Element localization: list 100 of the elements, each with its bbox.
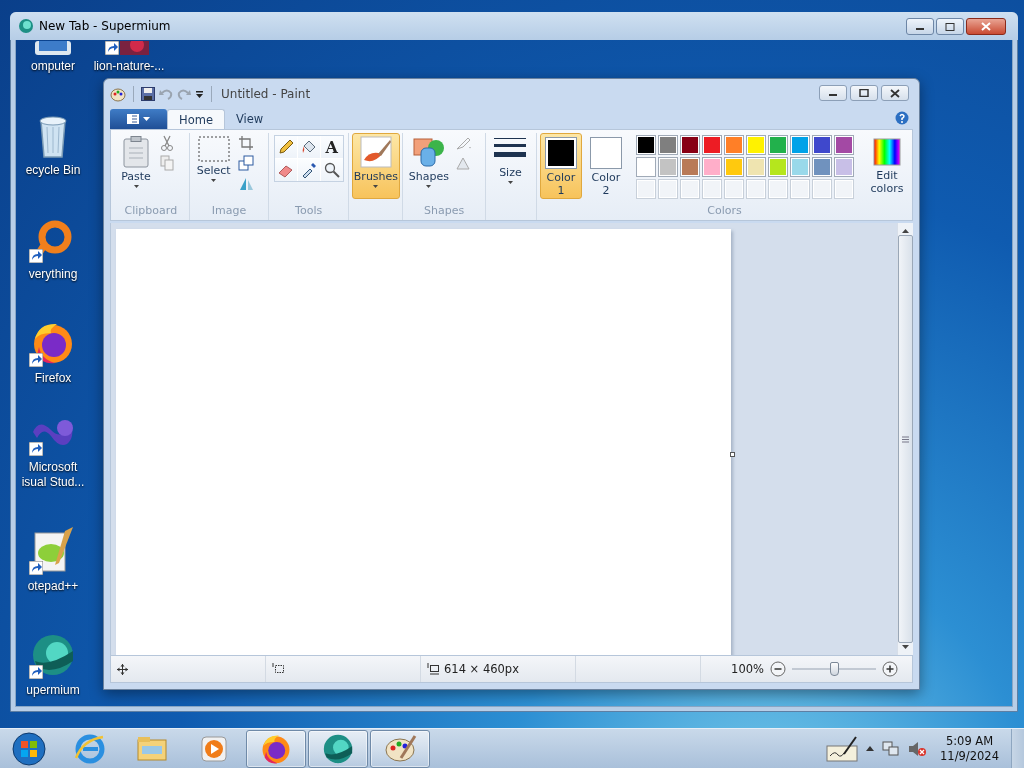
- palette-color[interactable]: [636, 135, 656, 155]
- help-icon[interactable]: [895, 111, 909, 125]
- desktop-icon-label[interactable]: verything: [28, 267, 78, 282]
- desktop-icon-label[interactable]: ecycle Bin: [25, 163, 81, 178]
- empty-color-slot[interactable]: [834, 179, 854, 199]
- close-button[interactable]: [881, 85, 909, 101]
- text-tool-button[interactable]: A: [320, 136, 343, 158]
- group-label: Tools: [294, 204, 324, 219]
- caret-icon: [507, 181, 513, 184]
- brushes-button[interactable]: Brushes: [351, 133, 400, 199]
- empty-color-slot[interactable]: [636, 179, 656, 199]
- paste-button[interactable]: Paste: [116, 133, 156, 199]
- fill-icon[interactable]: [454, 155, 471, 171]
- size-button[interactable]: Size: [489, 133, 532, 199]
- palette-color[interactable]: [636, 157, 656, 177]
- zoom-level-text: 100%: [731, 662, 764, 676]
- palette-color[interactable]: [658, 135, 678, 155]
- clipboard-icon: [123, 136, 149, 168]
- palette-color[interactable]: [746, 135, 766, 155]
- ribbon-tab[interactable]: View: [224, 109, 275, 129]
- empty-color-slot[interactable]: [702, 179, 722, 199]
- caret-icon: [373, 185, 379, 188]
- zoom-out-icon[interactable]: [770, 661, 786, 677]
- empty-color-slot[interactable]: [768, 179, 788, 199]
- signature-pad-icon[interactable]: [826, 735, 859, 762]
- dropdown-caret-icon[interactable]: [195, 89, 204, 99]
- paint-bucket-icon: [300, 139, 317, 155]
- crop-icon[interactable]: [237, 135, 254, 151]
- resize-icon[interactable]: [237, 155, 254, 171]
- palette-color[interactable]: [812, 135, 832, 155]
- zoom-slider-thumb[interactable]: [830, 662, 839, 676]
- network-icon[interactable]: [882, 740, 901, 757]
- shapes-icon: [412, 136, 445, 168]
- empty-color-slot[interactable]: [724, 179, 744, 199]
- palette-color[interactable]: [680, 157, 700, 177]
- minimize-button[interactable]: [906, 18, 934, 35]
- group-label: Image: [210, 204, 248, 219]
- group-label: Colors: [706, 204, 743, 219]
- desktop-icon-label[interactable]: Firefox: [34, 371, 72, 386]
- empty-color-slot[interactable]: [812, 179, 832, 199]
- empty-color-slot[interactable]: [746, 179, 766, 199]
- save-icon[interactable]: [141, 87, 155, 101]
- maximize-icon: [859, 89, 869, 97]
- taskbar-button[interactable]: [246, 729, 306, 768]
- eraser-button[interactable]: [274, 159, 297, 181]
- magnifier-button[interactable]: [320, 159, 343, 181]
- show-hidden-icons-icon[interactable]: [866, 746, 875, 751]
- minimize-button[interactable]: [819, 85, 847, 101]
- palette-color[interactable]: [768, 157, 788, 177]
- cut-icon[interactable]: [159, 135, 175, 151]
- color-slot-button[interactable]: Color 1: [540, 133, 582, 199]
- zoom-in-icon[interactable]: [882, 661, 898, 677]
- palette-color[interactable]: [746, 157, 766, 177]
- caret-icon: [133, 185, 139, 188]
- desktop-icon-label[interactable]: omputer: [31, 59, 75, 74]
- clock[interactable]: 5:09 AM 11/9/2024: [940, 733, 999, 764]
- paint-app-icon[interactable]: [110, 86, 126, 102]
- vertical-scrollbar[interactable]: [897, 223, 913, 655]
- resize-handle[interactable]: [730, 452, 735, 457]
- fill-button[interactable]: [297, 136, 320, 158]
- palette-color[interactable]: [834, 135, 854, 155]
- close-button[interactable]: [966, 18, 1006, 35]
- ribbon-tab[interactable]: Home: [167, 109, 225, 129]
- palette-color[interactable]: [812, 157, 832, 177]
- desktop-icon-label[interactable]: lion-nature-...: [93, 59, 165, 74]
- palette-color[interactable]: [790, 157, 810, 177]
- palette-color[interactable]: [702, 157, 722, 177]
- caret-icon: [426, 185, 432, 188]
- color-slot-button[interactable]: Color 2: [585, 133, 627, 199]
- palette-color[interactable]: [702, 135, 722, 155]
- empty-color-slot[interactable]: [680, 179, 700, 199]
- empty-color-slot[interactable]: [658, 179, 678, 199]
- edit-colors-button[interactable]: Edit colors: [865, 133, 909, 199]
- group-label: Shapes: [423, 204, 466, 219]
- palette-color[interactable]: [768, 135, 788, 155]
- select-button[interactable]: Select: [192, 133, 235, 199]
- maximize-icon: [945, 22, 955, 31]
- window-title: Untitled - Paint: [221, 87, 311, 101]
- palette-color[interactable]: [724, 135, 744, 155]
- pencil-button[interactable]: [274, 136, 297, 158]
- color-picker-button[interactable]: [297, 159, 320, 181]
- desktop-icon-label[interactable]: otepad++: [27, 579, 79, 594]
- desktop-icon-label[interactable]: upermium: [26, 683, 80, 698]
- maximize-button[interactable]: [936, 18, 964, 35]
- desktop-icon-label[interactable]: Microsoft isual Stud...: [15, 460, 91, 490]
- taskbar-button[interactable]: [370, 729, 430, 768]
- empty-color-slot[interactable]: [790, 179, 810, 199]
- taskbar-button[interactable]: [308, 729, 368, 768]
- maximize-button[interactable]: [850, 85, 878, 101]
- palette-color[interactable]: [658, 157, 678, 177]
- palette-color[interactable]: [680, 135, 700, 155]
- palette-color[interactable]: [790, 135, 810, 155]
- palette-color[interactable]: [724, 157, 744, 177]
- outline-icon[interactable]: [454, 135, 471, 151]
- palette-color[interactable]: [834, 157, 854, 177]
- magnifier-icon: [323, 162, 340, 178]
- volume-muted-icon[interactable]: [908, 740, 927, 757]
- shapes-button[interactable]: Shapes: [405, 133, 452, 199]
- pencil-icon: [277, 139, 294, 155]
- paint-menu-button[interactable]: [110, 109, 167, 129]
